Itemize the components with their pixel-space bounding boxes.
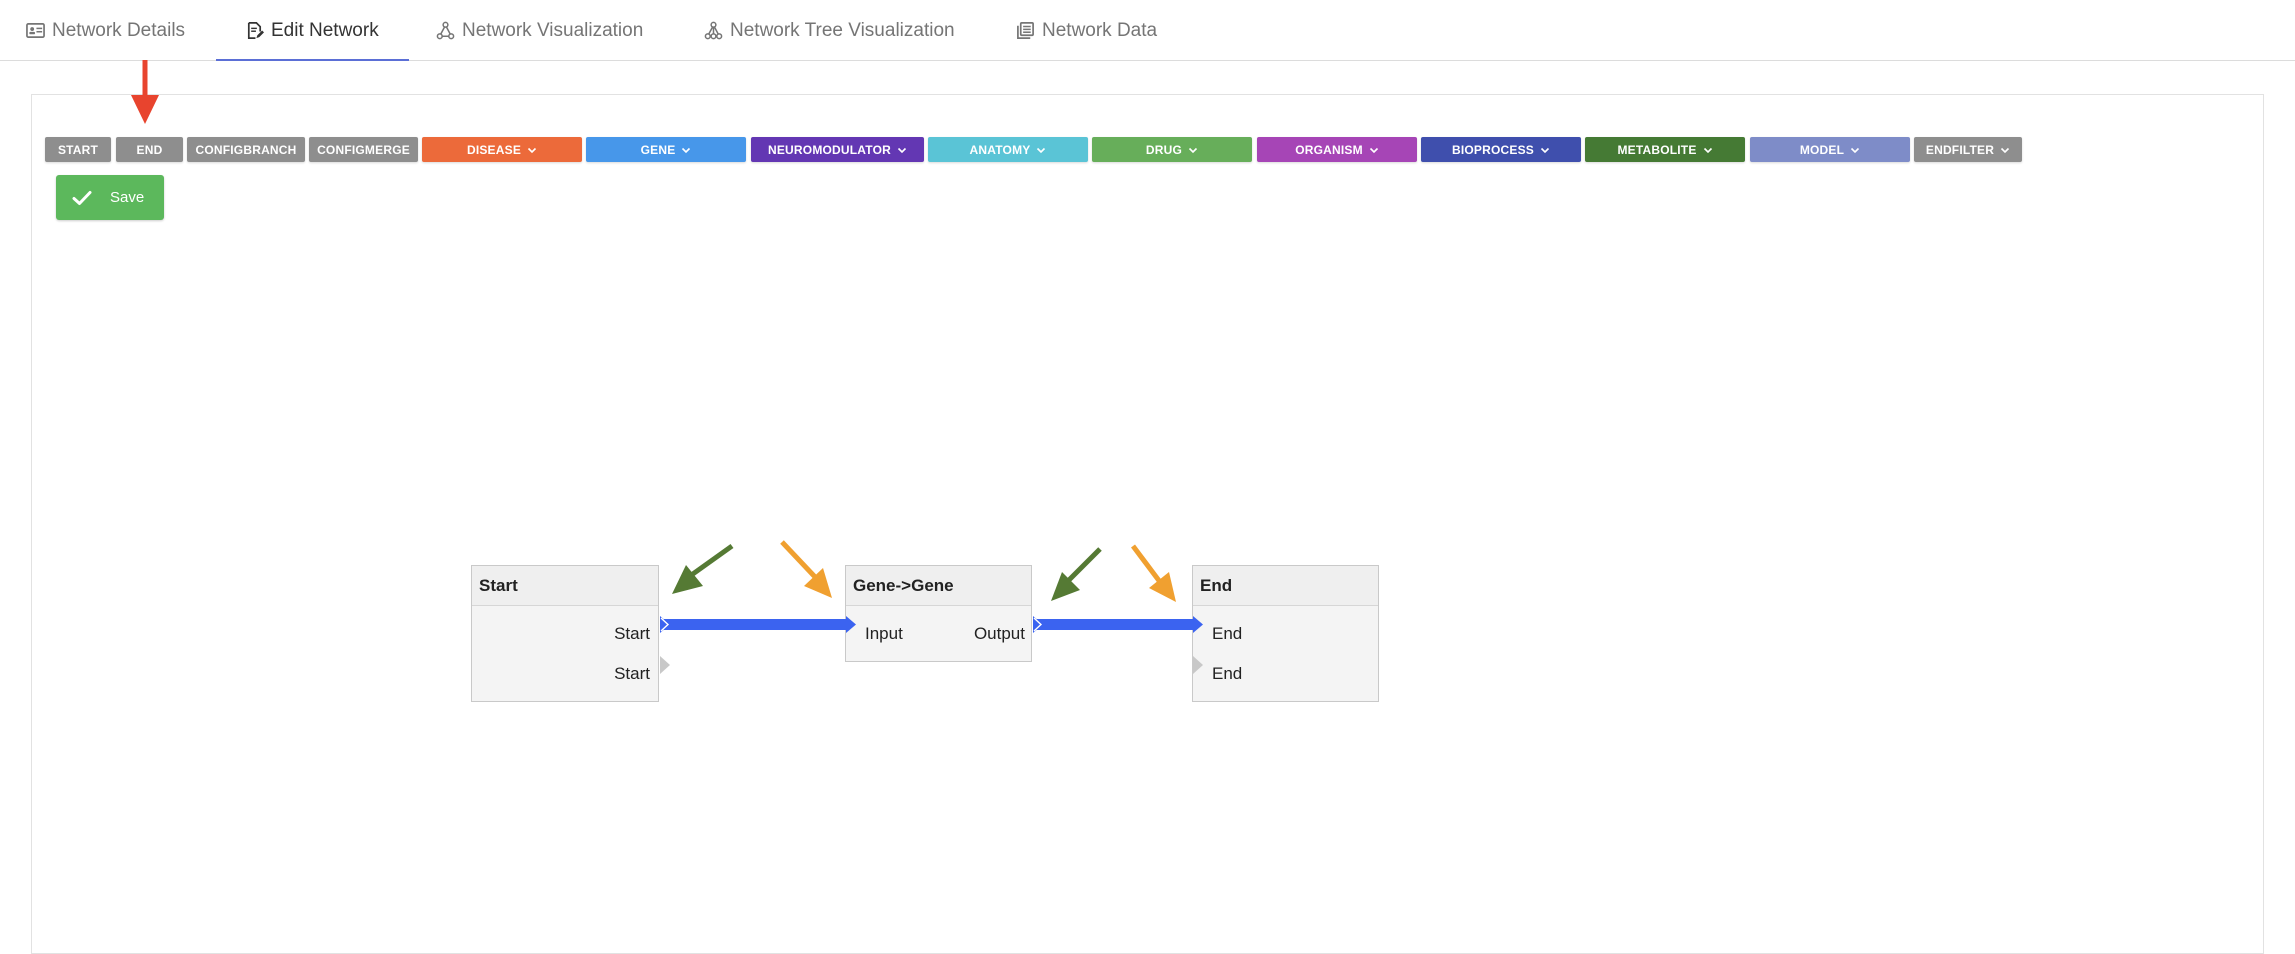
chip-label: MODEL — [1799, 142, 1845, 157]
chip-label: DRUG — [1145, 142, 1183, 157]
tab-network-details[interactable]: Network Details — [26, 0, 185, 61]
tab-bar: Network Details Edit Network Network Vis… — [0, 0, 2295, 61]
editor-panel — [31, 94, 2264, 954]
toolbar-configbranch-button[interactable]: CONFIGBRANCH — [187, 137, 305, 162]
gene-gene-node[interactable]: Gene->Gene Input Output — [845, 565, 1032, 662]
node-title: Start — [472, 566, 658, 606]
data-table-icon — [1017, 22, 1034, 39]
chip-label: START — [57, 142, 99, 157]
id-card-icon — [26, 22, 45, 39]
tab-network-data[interactable]: Network Data — [1016, 0, 1157, 61]
chip-label: ENDFILTER — [1925, 142, 1995, 157]
tab-edit-network[interactable]: Edit Network — [245, 0, 379, 61]
save-button[interactable]: Save — [56, 175, 164, 220]
link-gene-to-end[interactable] — [1036, 619, 1195, 630]
chevron-down-icon — [527, 147, 537, 153]
toolbar-configmerge-button[interactable]: CONFIGMERGE — [309, 137, 418, 162]
toolbar-organism-dropdown[interactable]: ORGANISM — [1257, 137, 1417, 162]
chip-label: BIOPROCESS — [1451, 142, 1534, 157]
chip-label: END — [136, 142, 163, 157]
toolbar-neuromodulator-dropdown[interactable]: NEUROMODULATOR — [751, 137, 924, 162]
toolbar-metabolite-dropdown[interactable]: METABOLITE — [1585, 137, 1745, 162]
chevron-down-icon — [1851, 147, 1860, 153]
node-title: End — [1193, 566, 1378, 606]
tab-label: Edit Network — [271, 19, 379, 41]
chevron-down-icon — [1188, 147, 1198, 153]
tab-label: Network Visualization — [462, 19, 644, 41]
toolbar-endfilter-dropdown[interactable]: ENDFILTER — [1914, 137, 2022, 162]
toolbar-model-dropdown[interactable]: MODEL — [1750, 137, 1910, 162]
link-start-to-gene[interactable] — [664, 619, 846, 630]
chevron-down-icon — [682, 147, 691, 153]
tree-graph-icon — [704, 21, 723, 40]
end-node[interactable]: End End End — [1192, 565, 1379, 702]
toolbar-anatomy-dropdown[interactable]: ANATOMY — [928, 137, 1088, 162]
tab-label: Network Details — [52, 19, 186, 41]
tab-network-tree-visualization[interactable]: Network Tree Visualization — [704, 0, 955, 61]
toolbar-end-button[interactable]: END — [116, 137, 183, 162]
chevron-down-icon — [1703, 147, 1712, 153]
toolbar-start-button[interactable]: START — [45, 137, 111, 162]
edit-document-icon — [247, 22, 264, 39]
chevron-down-icon — [2001, 147, 2010, 153]
output-port-label: Start — [614, 664, 650, 683]
active-tab-indicator — [216, 59, 409, 61]
input-port-label: End — [1212, 624, 1243, 643]
toolbar-gene-dropdown[interactable]: GENE — [586, 137, 746, 162]
chip-label: ANATOMY — [969, 142, 1031, 157]
toolbar-disease-dropdown[interactable]: DISEASE — [422, 137, 582, 162]
chevron-down-icon — [897, 147, 907, 153]
input-port-label: Input — [865, 624, 903, 643]
tab-label: Network Data — [1042, 19, 1158, 41]
start-node[interactable]: Start Start Start — [471, 565, 659, 702]
chip-label: GENE — [640, 142, 676, 157]
save-label: Save — [110, 189, 145, 206]
chevron-down-icon — [1369, 147, 1378, 153]
chip-label: DISEASE — [466, 142, 522, 157]
chip-label: METABOLITE — [1617, 142, 1697, 157]
checkmark-icon — [72, 190, 92, 205]
tab-label: Network Tree Visualization — [730, 19, 955, 41]
chip-label: CONFIGMERGE — [317, 142, 410, 157]
chip-label: NEUROMODULATOR — [767, 142, 892, 157]
chip-label: CONFIGBRANCH — [195, 142, 297, 157]
chevron-down-icon — [1037, 147, 1046, 153]
toolbar-bioprocess-dropdown[interactable]: BIOPROCESS — [1421, 137, 1581, 162]
output-port-label: Output — [973, 624, 1025, 643]
input-port-label: End — [1212, 664, 1243, 683]
network-graph-icon — [436, 21, 455, 40]
tab-network-visualization[interactable]: Network Visualization — [436, 0, 643, 61]
output-port-label: Start — [614, 624, 650, 643]
toolbar-drug-dropdown[interactable]: DRUG — [1092, 137, 1252, 162]
node-title: Gene->Gene — [846, 566, 1031, 606]
chevron-down-icon — [1540, 147, 1550, 153]
chip-label: ORGANISM — [1295, 142, 1363, 157]
